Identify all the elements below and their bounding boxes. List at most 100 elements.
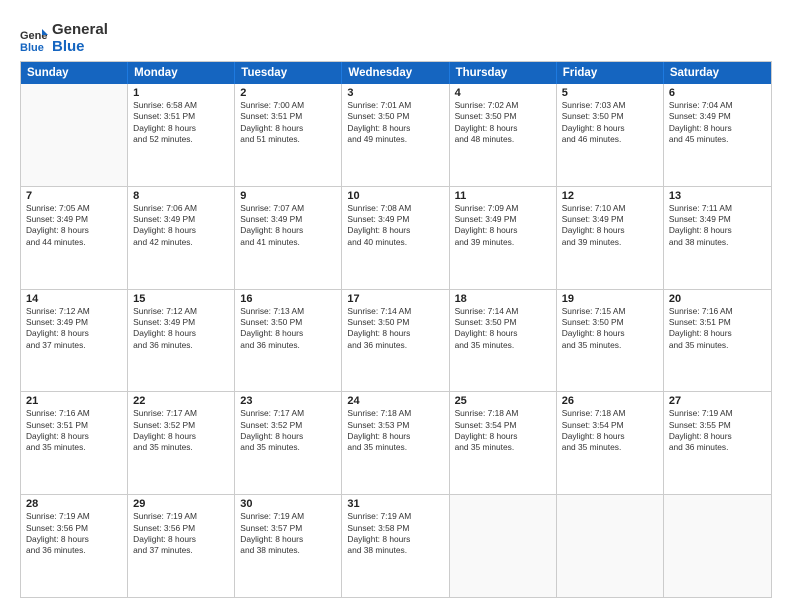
- cell-line: Daylight: 8 hours: [669, 328, 766, 339]
- cell-line: Sunrise: 7:19 AM: [669, 408, 766, 419]
- day-cell-4: 4Sunrise: 7:02 AMSunset: 3:50 PMDaylight…: [450, 84, 557, 186]
- cell-line: Daylight: 8 hours: [133, 534, 229, 545]
- header: General Blue General Blue: [20, 18, 772, 55]
- cell-line: Daylight: 8 hours: [347, 225, 443, 236]
- day-cell-17: 17Sunrise: 7:14 AMSunset: 3:50 PMDayligh…: [342, 290, 449, 392]
- day-number: 8: [133, 190, 229, 202]
- day-cell-2: 2Sunrise: 7:00 AMSunset: 3:51 PMDaylight…: [235, 84, 342, 186]
- cell-line: Daylight: 8 hours: [669, 123, 766, 134]
- cell-line: and 36 minutes.: [26, 545, 122, 556]
- cell-line: Sunrise: 7:16 AM: [26, 408, 122, 419]
- cell-line: Sunset: 3:51 PM: [26, 420, 122, 431]
- cell-line: Sunset: 3:54 PM: [562, 420, 658, 431]
- cell-line: Sunset: 3:50 PM: [562, 111, 658, 122]
- day-cell-23: 23Sunrise: 7:17 AMSunset: 3:52 PMDayligh…: [235, 392, 342, 494]
- day-cell-1: 1Sunrise: 6:58 AMSunset: 3:51 PMDaylight…: [128, 84, 235, 186]
- cell-line: and 36 minutes.: [133, 340, 229, 351]
- cell-line: Daylight: 8 hours: [26, 534, 122, 545]
- cell-line: Sunset: 3:49 PM: [562, 214, 658, 225]
- day-cell-19: 19Sunrise: 7:15 AMSunset: 3:50 PMDayligh…: [557, 290, 664, 392]
- cell-line: Sunrise: 7:03 AM: [562, 100, 658, 111]
- day-number: 27: [669, 395, 766, 407]
- day-number: 11: [455, 190, 551, 202]
- cell-line: and 49 minutes.: [347, 134, 443, 145]
- day-number: 25: [455, 395, 551, 407]
- day-number: 22: [133, 395, 229, 407]
- logo-text: General Blue: [52, 22, 108, 55]
- cell-line: Sunrise: 6:58 AM: [133, 100, 229, 111]
- cell-line: and 45 minutes.: [669, 134, 766, 145]
- day-number: 10: [347, 190, 443, 202]
- cell-line: Sunset: 3:56 PM: [133, 523, 229, 534]
- cell-line: Sunset: 3:49 PM: [669, 111, 766, 122]
- day-number: 13: [669, 190, 766, 202]
- day-cell-20: 20Sunrise: 7:16 AMSunset: 3:51 PMDayligh…: [664, 290, 771, 392]
- cell-line: and 38 minutes.: [240, 545, 336, 556]
- weekday-header-tuesday: Tuesday: [235, 62, 342, 84]
- cell-line: Sunset: 3:49 PM: [26, 317, 122, 328]
- cell-line: and 38 minutes.: [347, 545, 443, 556]
- day-number: 21: [26, 395, 122, 407]
- cell-line: Sunset: 3:58 PM: [347, 523, 443, 534]
- cell-line: Daylight: 8 hours: [347, 534, 443, 545]
- cell-line: Sunrise: 7:02 AM: [455, 100, 551, 111]
- day-cell-3: 3Sunrise: 7:01 AMSunset: 3:50 PMDaylight…: [342, 84, 449, 186]
- cell-line: Sunset: 3:51 PM: [240, 111, 336, 122]
- day-number: 23: [240, 395, 336, 407]
- cell-line: and 41 minutes.: [240, 237, 336, 248]
- cell-line: Sunset: 3:52 PM: [240, 420, 336, 431]
- cell-line: Sunrise: 7:11 AM: [669, 203, 766, 214]
- cell-line: and 37 minutes.: [133, 545, 229, 556]
- day-number: 30: [240, 498, 336, 510]
- cell-line: Sunrise: 7:18 AM: [347, 408, 443, 419]
- day-number: 6: [669, 87, 766, 99]
- day-cell-22: 22Sunrise: 7:17 AMSunset: 3:52 PMDayligh…: [128, 392, 235, 494]
- cell-line: and 42 minutes.: [133, 237, 229, 248]
- cell-line: Sunrise: 7:17 AM: [240, 408, 336, 419]
- weekday-header-friday: Friday: [557, 62, 664, 84]
- cell-line: Sunset: 3:55 PM: [669, 420, 766, 431]
- day-number: 20: [669, 293, 766, 305]
- day-cell-29: 29Sunrise: 7:19 AMSunset: 3:56 PMDayligh…: [128, 495, 235, 597]
- cell-line: Sunrise: 7:19 AM: [26, 511, 122, 522]
- day-cell-14: 14Sunrise: 7:12 AMSunset: 3:49 PMDayligh…: [21, 290, 128, 392]
- cell-line: Daylight: 8 hours: [455, 225, 551, 236]
- cell-line: Sunset: 3:53 PM: [347, 420, 443, 431]
- cell-line: Daylight: 8 hours: [133, 431, 229, 442]
- day-number: 29: [133, 498, 229, 510]
- page: General Blue General Blue SundayMondayTu…: [0, 0, 792, 612]
- empty-cell-0-0: [21, 84, 128, 186]
- day-cell-28: 28Sunrise: 7:19 AMSunset: 3:56 PMDayligh…: [21, 495, 128, 597]
- day-cell-18: 18Sunrise: 7:14 AMSunset: 3:50 PMDayligh…: [450, 290, 557, 392]
- day-cell-26: 26Sunrise: 7:18 AMSunset: 3:54 PMDayligh…: [557, 392, 664, 494]
- cell-line: Daylight: 8 hours: [669, 431, 766, 442]
- day-cell-9: 9Sunrise: 7:07 AMSunset: 3:49 PMDaylight…: [235, 187, 342, 289]
- cell-line: Sunrise: 7:01 AM: [347, 100, 443, 111]
- cell-line: Sunset: 3:49 PM: [455, 214, 551, 225]
- cell-line: Daylight: 8 hours: [562, 123, 658, 134]
- calendar-row-0: 1Sunrise: 6:58 AMSunset: 3:51 PMDaylight…: [21, 84, 771, 187]
- day-number: 19: [562, 293, 658, 305]
- day-number: 31: [347, 498, 443, 510]
- calendar-body: 1Sunrise: 6:58 AMSunset: 3:51 PMDaylight…: [21, 84, 771, 597]
- weekday-header-monday: Monday: [128, 62, 235, 84]
- day-cell-15: 15Sunrise: 7:12 AMSunset: 3:49 PMDayligh…: [128, 290, 235, 392]
- cell-line: and 35 minutes.: [669, 340, 766, 351]
- cell-line: and 35 minutes.: [455, 340, 551, 351]
- cell-line: and 52 minutes.: [133, 134, 229, 145]
- cell-line: Daylight: 8 hours: [240, 431, 336, 442]
- logo-icon: General Blue: [20, 25, 48, 53]
- cell-line: Sunset: 3:54 PM: [455, 420, 551, 431]
- day-cell-27: 27Sunrise: 7:19 AMSunset: 3:55 PMDayligh…: [664, 392, 771, 494]
- calendar-row-1: 7Sunrise: 7:05 AMSunset: 3:49 PMDaylight…: [21, 187, 771, 290]
- cell-line: Sunset: 3:49 PM: [669, 214, 766, 225]
- weekday-header-wednesday: Wednesday: [342, 62, 449, 84]
- cell-line: Sunrise: 7:00 AM: [240, 100, 336, 111]
- day-cell-8: 8Sunrise: 7:06 AMSunset: 3:49 PMDaylight…: [128, 187, 235, 289]
- cell-line: Sunrise: 7:17 AM: [133, 408, 229, 419]
- day-cell-6: 6Sunrise: 7:04 AMSunset: 3:49 PMDaylight…: [664, 84, 771, 186]
- cell-line: and 37 minutes.: [26, 340, 122, 351]
- cell-line: Daylight: 8 hours: [133, 328, 229, 339]
- cell-line: Sunrise: 7:13 AM: [240, 306, 336, 317]
- cell-line: and 35 minutes.: [455, 442, 551, 453]
